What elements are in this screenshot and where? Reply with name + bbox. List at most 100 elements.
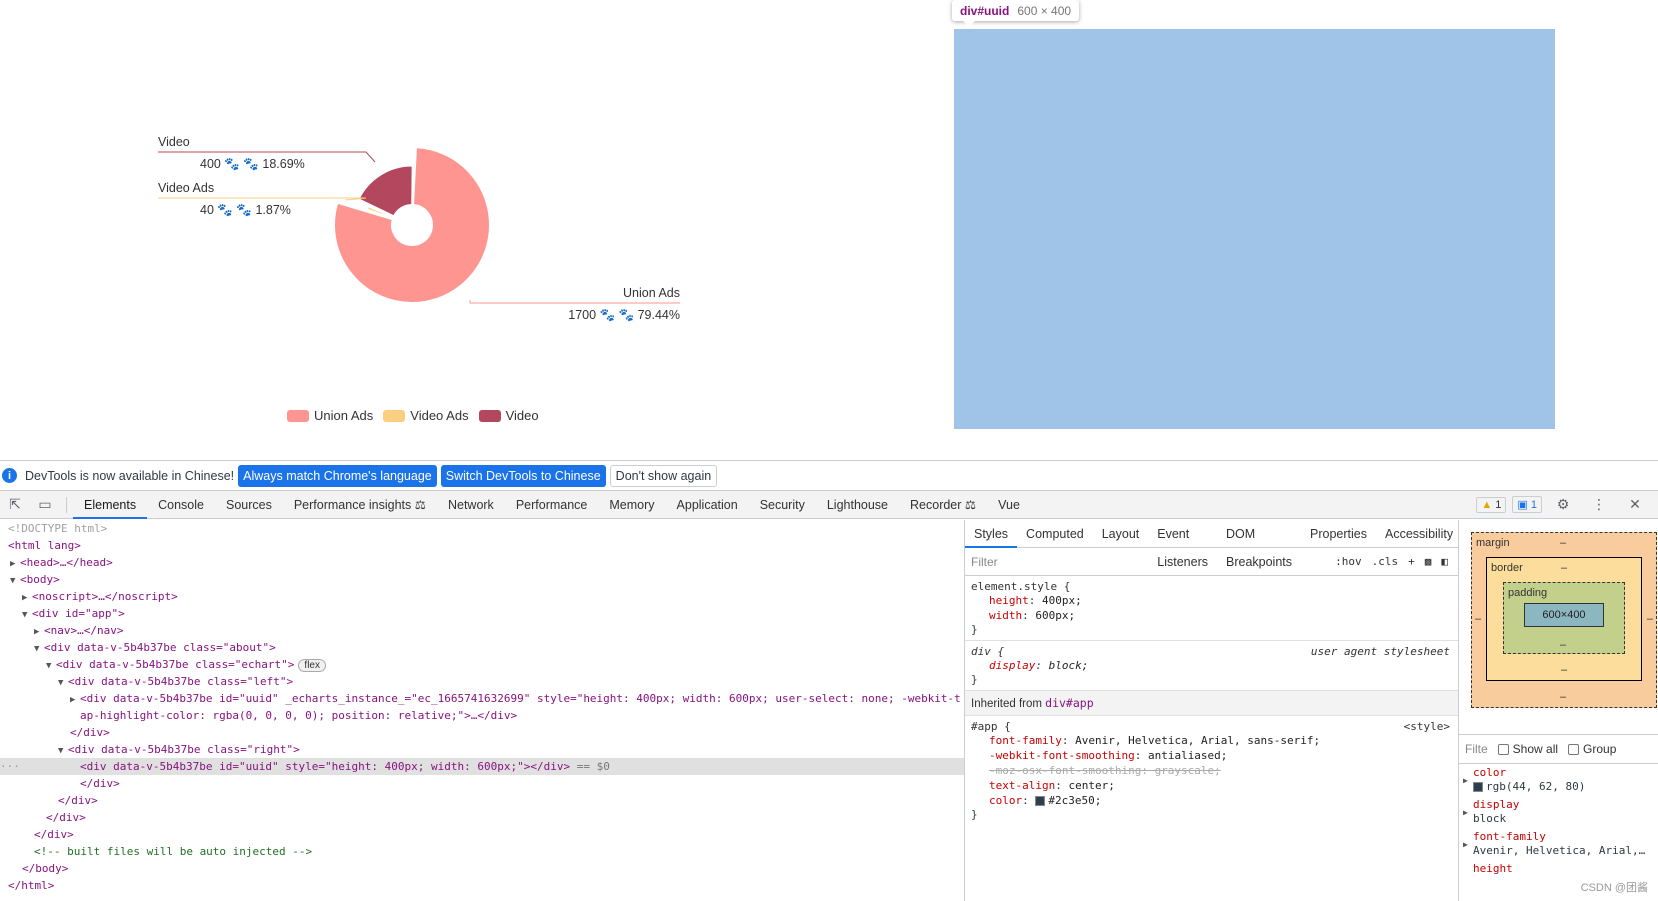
- tab-elements[interactable]: Elements: [73, 491, 148, 519]
- subtab-styles[interactable]: Styles: [965, 520, 1018, 548]
- cls-button[interactable]: .cls: [1372, 555, 1399, 568]
- tab-recorder[interactable]: Recorder ⚖: [899, 491, 987, 519]
- tab-performance-insights[interactable]: Performance insights ⚖: [283, 491, 437, 519]
- pie-label-name: Video Ads: [158, 181, 214, 195]
- css-property[interactable]: height: 400px;: [971, 593, 1452, 608]
- show-all-checkbox[interactable]: Show all: [1497, 742, 1558, 756]
- dom-node[interactable]: ▼ <body>: [0, 571, 964, 588]
- dom-node-wrap[interactable]: ap-highlight-color: rgba(0, 0, 0, 0); po…: [0, 707, 964, 724]
- styles-pane: Styles Computed Layout Event Listeners D…: [964, 520, 1458, 901]
- color-swatch[interactable]: [1035, 796, 1046, 806]
- dom-node[interactable]: ▶ <nav>…</nav>: [0, 622, 964, 639]
- margin-left-value: –: [1475, 613, 1482, 625]
- tab-performance[interactable]: Performance: [505, 491, 599, 519]
- device-toolbar-icon[interactable]: ▭: [30, 496, 60, 513]
- subtab-dom-breakpoints[interactable]: DOM Breakpoints: [1217, 520, 1301, 569]
- settings-gear-icon[interactable]: ⚙: [1548, 496, 1578, 513]
- style-source-link[interactable]: <style>: [1404, 720, 1450, 733]
- box-model-content[interactable]: 600×400: [1524, 603, 1604, 627]
- element-highlight-overlay: [954, 29, 1555, 429]
- expand-triangle-icon[interactable]: ▶: [1463, 774, 1468, 788]
- css-property[interactable]: -webkit-font-smoothing: antialiased;: [971, 748, 1452, 763]
- warnings-badge[interactable]: ▲ 1: [1476, 496, 1507, 513]
- prop-value: 400px;: [1042, 594, 1082, 607]
- hov-button[interactable]: :hov: [1335, 555, 1362, 568]
- box-model-border[interactable]: border – – padding – 600×400: [1486, 557, 1642, 681]
- tab-vue[interactable]: Vue: [987, 491, 1031, 519]
- dom-node[interactable]: ▶ <noscript>…</noscript>: [0, 588, 964, 605]
- dom-node[interactable]: </div>: [0, 826, 964, 843]
- css-property[interactable]: text-align: center;: [971, 778, 1452, 793]
- legend-item-video-ads[interactable]: Video Ads: [383, 408, 469, 423]
- dom-node[interactable]: <!-- built files will be auto injected -…: [0, 843, 964, 860]
- computed-prop-value: Avenir, Helvetica, Arial,…: [1473, 844, 1646, 857]
- switch-chinese-button[interactable]: Switch DevTools to Chinese: [440, 464, 606, 487]
- css-property[interactable]: color: #2c3e50;: [971, 793, 1452, 808]
- dom-node-selected[interactable]: ··· <div data-v-5b4b37be id="uuid" style=…: [0, 758, 964, 775]
- flex-badge[interactable]: flex: [298, 659, 326, 672]
- computed-prop-name: color: [1473, 766, 1507, 779]
- computed-property[interactable]: height: [1459, 860, 1658, 878]
- more-options-icon[interactable]: ⋮: [1584, 496, 1614, 513]
- legend-item-union-ads[interactable]: Union Ads: [287, 408, 373, 423]
- expand-triangle-icon[interactable]: ▶: [1463, 838, 1468, 852]
- computed-property[interactable]: ▶ font-family Avenir, Helvetica, Arial,…: [1459, 828, 1658, 860]
- subtab-layout[interactable]: Layout: [1093, 520, 1149, 548]
- dom-node[interactable]: ▼ <div data-v-5b4b37be class="right">: [0, 741, 964, 758]
- tab-application[interactable]: Application: [666, 491, 749, 519]
- dom-node[interactable]: </div>: [0, 809, 964, 826]
- dom-node[interactable]: ▼ <div data-v-5b4b37be class="left">: [0, 673, 964, 690]
- right-div-tag: <div data-v-5b4b37be class="right">: [68, 743, 300, 756]
- page-viewport: Union Ads 1700 🐾 🐾 79.44% Video Ads 40 🐾 🐾 …: [0, 0, 1658, 460]
- styles-filter-input[interactable]: Filter: [971, 555, 998, 569]
- dom-node[interactable]: ▼ <div id="app">: [0, 605, 964, 622]
- subtab-properties[interactable]: Properties: [1301, 520, 1376, 548]
- dom-node[interactable]: </div>: [0, 724, 964, 741]
- paint-icon[interactable]: ▩: [1425, 555, 1432, 568]
- inherited-selector-link[interactable]: div#app: [1045, 696, 1093, 710]
- subtab-computed[interactable]: Computed: [1017, 520, 1093, 548]
- dom-node[interactable]: ▶ <head>…</head>: [0, 554, 964, 571]
- tab-security[interactable]: Security: [749, 491, 816, 519]
- dom-node[interactable]: <html lang>: [0, 537, 964, 554]
- tab-lighthouse[interactable]: Lighthouse: [816, 491, 899, 519]
- legend-item-video[interactable]: Video: [478, 408, 539, 423]
- css-property[interactable]: width: 600px;: [971, 608, 1452, 623]
- echart-div-tag: <div data-v-5b4b37be class="echart">: [56, 658, 295, 671]
- dom-node[interactable]: ▼ <div data-v-5b4b37be class="about">: [0, 639, 964, 656]
- subtab-event-listeners[interactable]: Event Listeners: [1148, 520, 1217, 569]
- css-property-overridden[interactable]: -moz-osx-font-smoothing: grayscale;: [971, 763, 1452, 778]
- dont-show-again-button[interactable]: Don't show again: [609, 464, 718, 487]
- tab-network[interactable]: Network: [437, 491, 505, 519]
- css-property[interactable]: font-family: Avenir, Helvetica, Arial, s…: [971, 733, 1452, 748]
- expand-triangle-icon[interactable]: ▶: [1463, 806, 1468, 820]
- computed-property[interactable]: ▶ display block: [1459, 796, 1658, 828]
- checkbox-box: [1568, 743, 1580, 755]
- messages-badge[interactable]: ▣ 1: [1512, 496, 1542, 513]
- dom-node[interactable]: </div>: [0, 775, 964, 792]
- box-model-margin[interactable]: margin – – – – border – – padding – 600×…: [1471, 532, 1657, 708]
- dom-node[interactable]: </html>: [0, 877, 964, 894]
- add-rule-icon[interactable]: +: [1408, 555, 1415, 568]
- dom-node[interactable]: ▼ <div data-v-5b4b37be class="echart"> fle…: [0, 656, 964, 673]
- computed-property[interactable]: ▶ color rgb(44, 62, 80): [1459, 764, 1658, 796]
- group-checkbox[interactable]: Group: [1568, 742, 1616, 756]
- match-language-button[interactable]: Always match Chrome's language: [238, 464, 437, 487]
- devtools-tabbar: ⇱ ▭ Elements Console Sources Performance…: [0, 491, 1658, 519]
- dom-node[interactable]: <!DOCTYPE html>: [0, 520, 964, 537]
- ellipsis-icon[interactable]: ···: [0, 758, 20, 775]
- sidebar-toggle-icon[interactable]: ◧: [1441, 555, 1448, 568]
- close-icon[interactable]: ✕: [1620, 496, 1650, 513]
- tab-console[interactable]: Console: [147, 491, 215, 519]
- tab-sources[interactable]: Sources: [215, 491, 283, 519]
- css-property[interactable]: display: block;: [971, 658, 1452, 673]
- subtab-accessibility[interactable]: Accessibility: [1376, 520, 1458, 548]
- computed-filter-input[interactable]: Filte: [1465, 742, 1488, 756]
- box-model-padding[interactable]: padding – 600×400: [1503, 582, 1625, 654]
- close-div-tag: </div>: [70, 726, 110, 739]
- inspect-element-icon[interactable]: ⇱: [0, 496, 30, 513]
- dom-node[interactable]: </div>: [0, 792, 964, 809]
- dom-node[interactable]: ▶ <div data-v-5b4b37be id="uuid" _echarts…: [0, 690, 964, 707]
- tab-memory[interactable]: Memory: [598, 491, 665, 519]
- dom-node[interactable]: </body>: [0, 860, 964, 877]
